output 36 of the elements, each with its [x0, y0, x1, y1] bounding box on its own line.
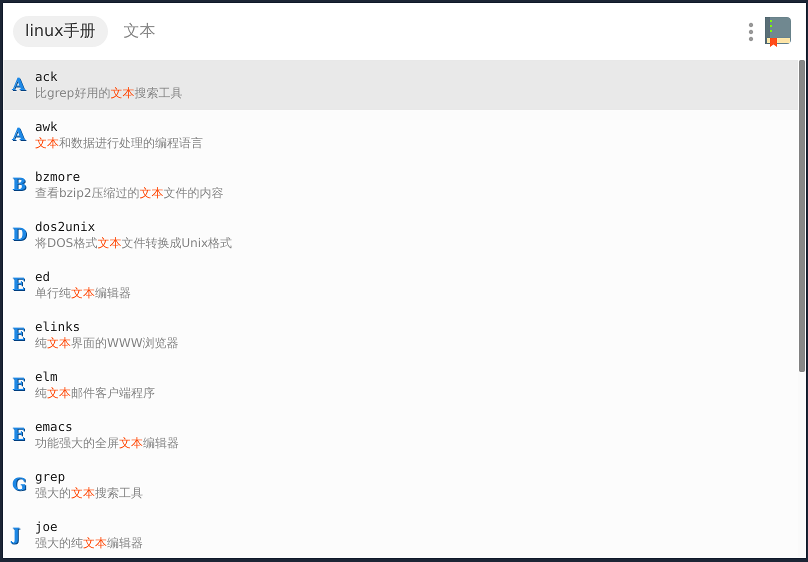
list-item[interactable]: J joe 强大的纯文本编辑器: [3, 510, 798, 558]
command-name: grep: [35, 469, 66, 485]
command-description: 强大的文本搜索工具: [35, 485, 143, 501]
command-description: 文本和数据进行处理的编程语言: [35, 135, 203, 151]
command-name: dos2unix: [35, 219, 96, 235]
index-letter: E: [12, 325, 26, 345]
command-description: 查看bzip2压缩过的文本文件的内容: [35, 185, 224, 201]
index-letter: D: [12, 225, 28, 245]
tab[interactable]: 文本: [112, 16, 168, 47]
index-letter: E: [12, 425, 26, 445]
index-letter: G: [12, 475, 28, 495]
index-letter: E: [12, 275, 26, 295]
command-name: ack: [35, 69, 59, 85]
command-description: 强大的纯文本编辑器: [35, 535, 143, 551]
command-name: awk: [35, 119, 59, 135]
tab[interactable]: linux手册: [13, 16, 108, 47]
book-icon[interactable]: [764, 16, 792, 48]
command-name: elm: [35, 369, 59, 385]
index-letter: J: [12, 525, 22, 545]
command-description: 单行纯文本编辑器: [35, 285, 131, 301]
command-name: ed: [35, 269, 52, 285]
command-name: emacs: [35, 419, 74, 435]
command-name: joe: [35, 519, 59, 535]
index-letter: A: [12, 75, 26, 95]
more-options-icon[interactable]: [748, 22, 754, 42]
command-name: bzmore: [35, 169, 82, 185]
scrollbar-thumb[interactable]: [799, 60, 805, 372]
command-description: 功能强大的全屏文本编辑器: [35, 435, 179, 451]
command-description: 将DOS格式文本文件转换成Unix格式: [35, 235, 232, 251]
index-letter: B: [12, 175, 28, 195]
command-description: 纯文本邮件客户端程序: [35, 385, 155, 401]
index-letter: A: [12, 125, 26, 145]
command-description: 纯文本界面的WWW浏览器: [35, 335, 179, 351]
command-description: 比grep好用的文本搜索工具: [35, 85, 182, 101]
command-name: elinks: [35, 319, 82, 335]
index-letter: E: [12, 375, 26, 395]
